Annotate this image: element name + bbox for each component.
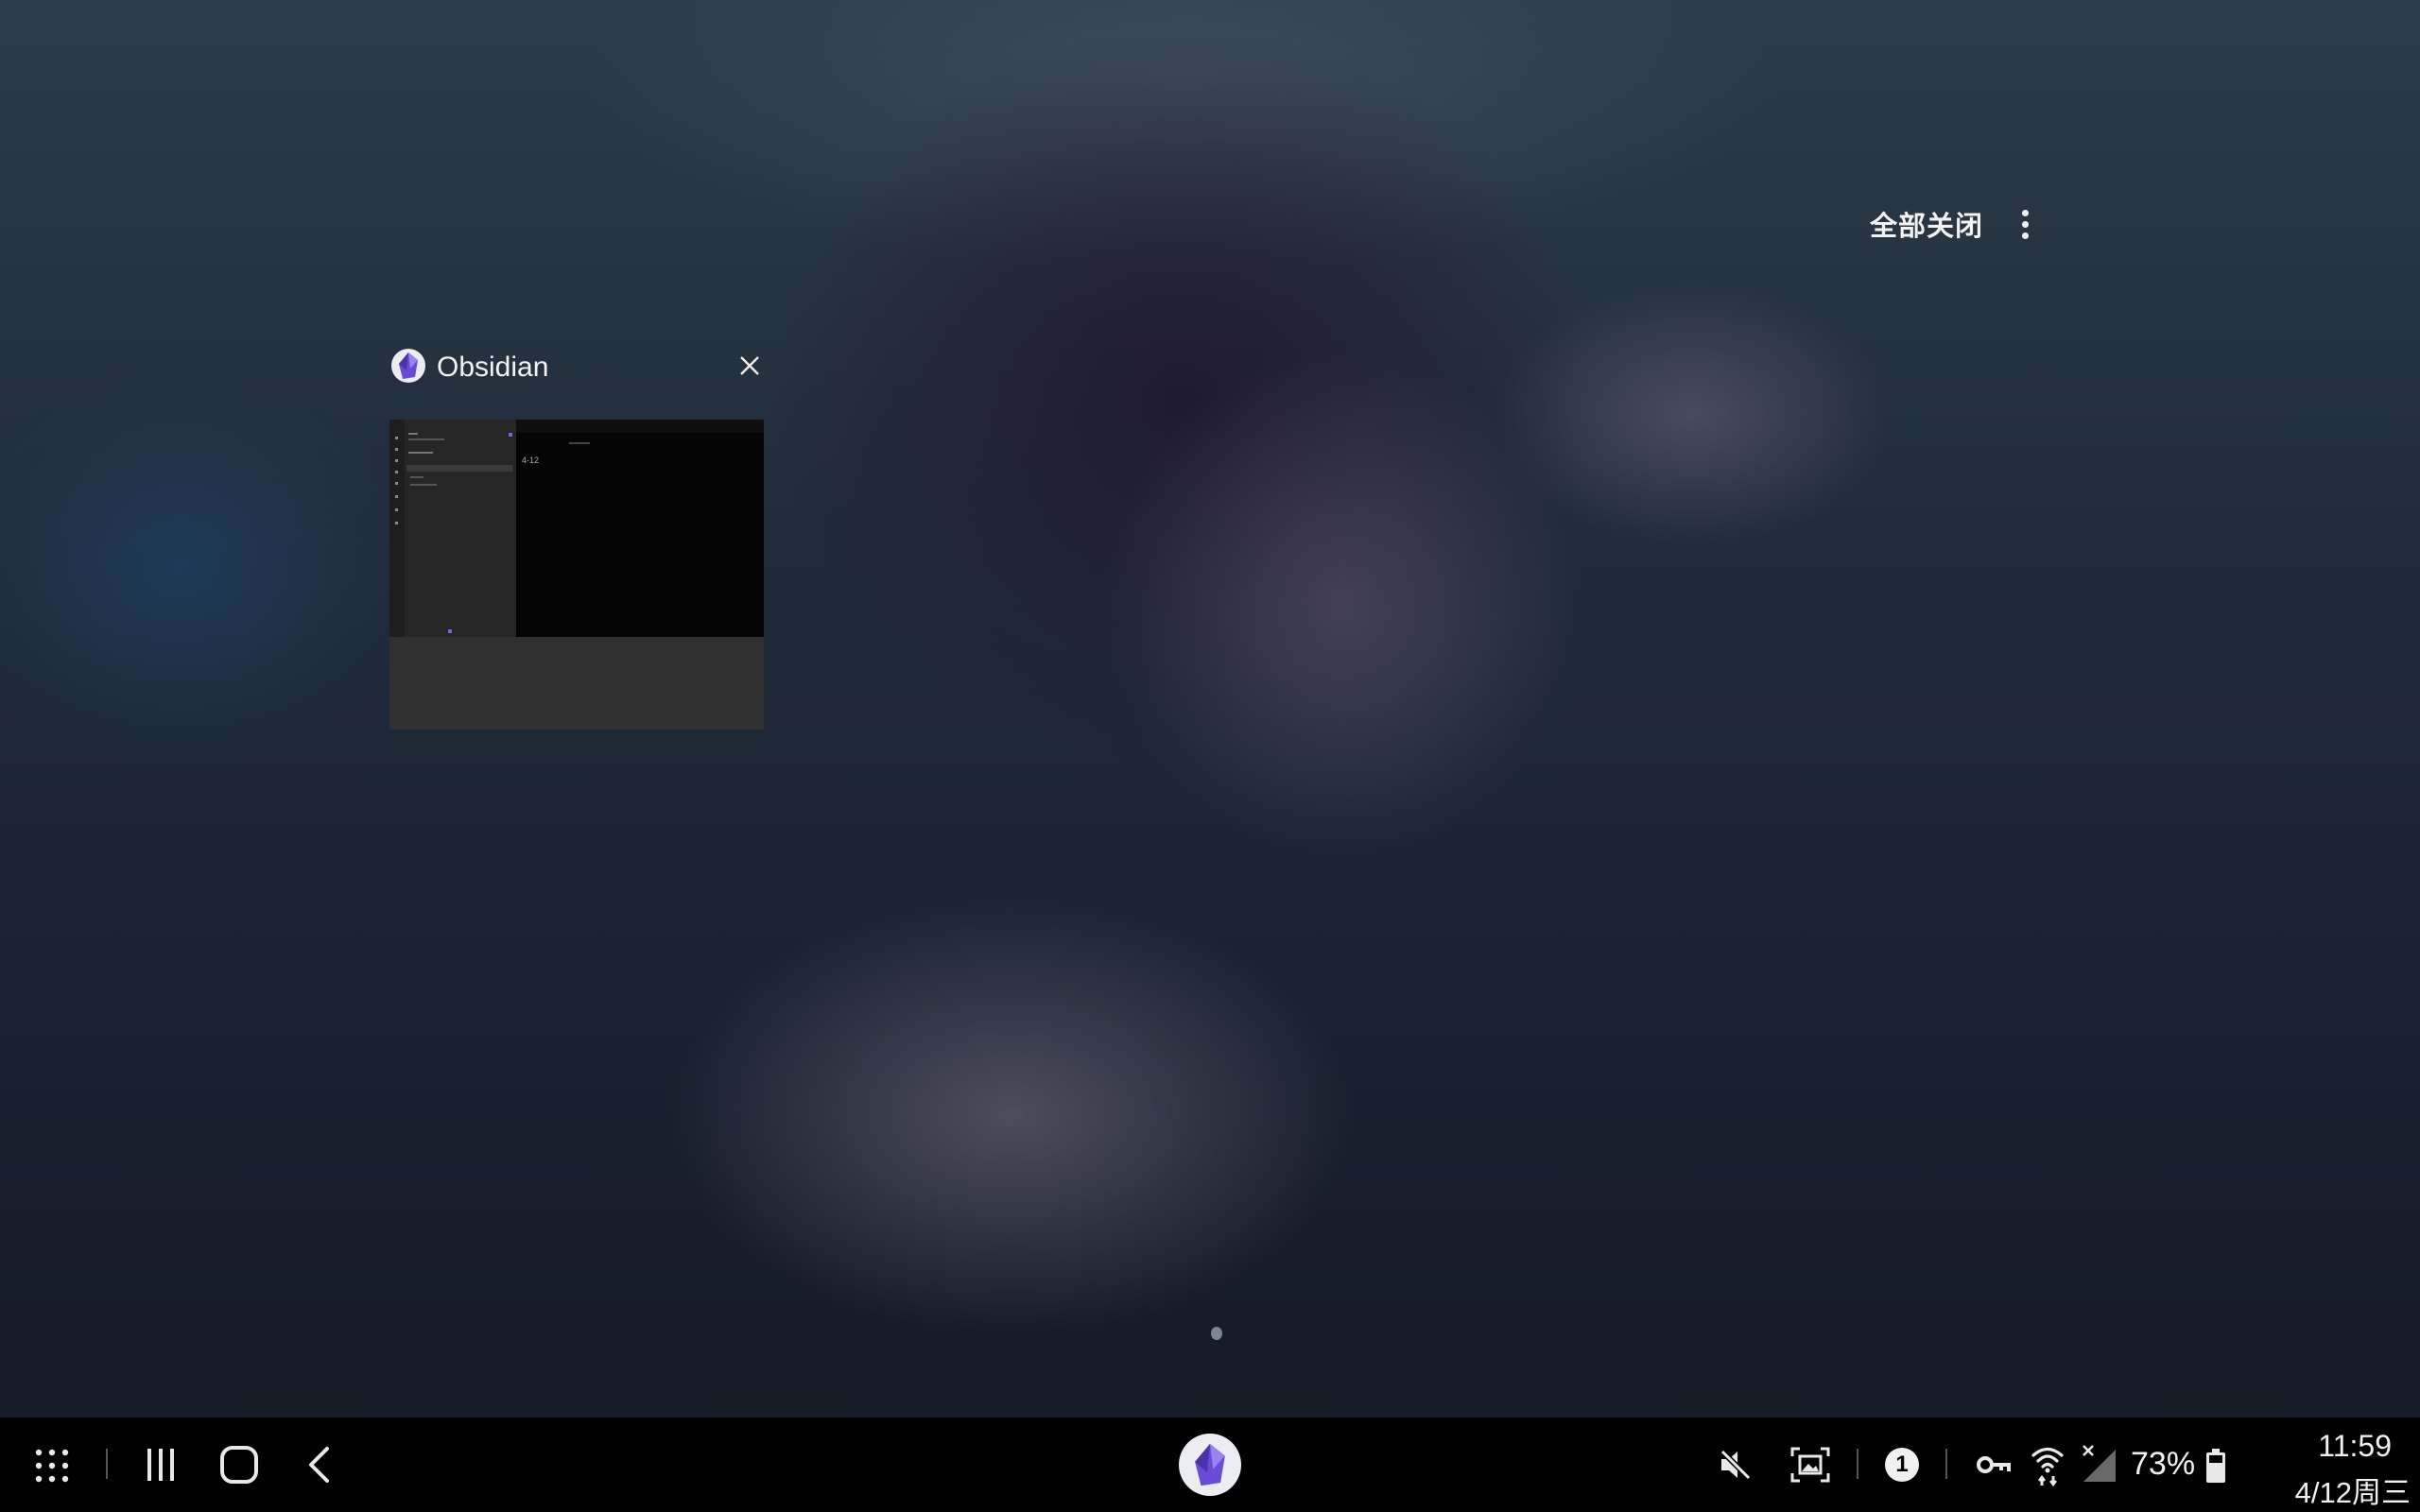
thumb-line	[410, 476, 424, 478]
notification-count-badge[interactable]: 1	[1885, 1448, 1919, 1482]
battery-percent: 73%	[2131, 1446, 2196, 1482]
thumbnail-ribbon	[389, 420, 405, 637]
thumb-line	[408, 438, 444, 440]
thumb-ribbon-dot	[395, 495, 398, 498]
close-all-button[interactable]: 全部关闭	[1870, 204, 1983, 244]
thumb-line	[410, 484, 437, 486]
obsidian-icon[interactable]	[1179, 1434, 1241, 1496]
thumb-ribbon-dot	[395, 482, 398, 485]
screen-capture-icon	[1790, 1447, 1830, 1483]
back-icon[interactable]	[304, 1446, 333, 1484]
page-indicator	[1211, 1327, 1222, 1340]
thumb-ribbon-dot	[395, 471, 398, 473]
clock-date[interactable]: 4/12周三	[2269, 1469, 2411, 1511]
more-vert-icon[interactable]	[2010, 200, 2040, 248]
apps-grid-icon[interactable]	[34, 1448, 70, 1484]
thumb-accent	[509, 433, 512, 437]
thumb-ribbon-dot	[395, 508, 398, 511]
app-title: Obsidian	[437, 352, 549, 383]
taskbar-separator	[1945, 1449, 1947, 1479]
thumb-ribbon-dot	[395, 437, 398, 439]
thumb-line	[408, 452, 433, 454]
battery-icon	[2206, 1449, 2225, 1483]
taskbar: 1 73% 11:59 4/12周三	[0, 1418, 2420, 1512]
thumb-selected-file	[406, 465, 512, 472]
recents-icon[interactable]	[144, 1447, 178, 1483]
obsidian-icon	[391, 349, 425, 383]
card-header: Obsidian	[389, 346, 766, 387]
thumb-ribbon-dot	[395, 522, 398, 524]
recent-app-card[interactable]: Obsidian 4-12	[389, 346, 766, 730]
app-thumbnail[interactable]: 4-12	[389, 420, 764, 730]
thumb-note-date: 4-12	[522, 455, 540, 465]
no-signal-icon	[2083, 1445, 2116, 1482]
clock-time[interactable]: 11:59	[2293, 1429, 2392, 1464]
wifi-icon	[2031, 1447, 2064, 1487]
key-icon	[1977, 1456, 2011, 1473]
thumb-ribbon-dot	[395, 459, 398, 462]
thumb-ribbon-dot	[395, 448, 398, 451]
home-icon[interactable]	[219, 1445, 259, 1485]
taskbar-separator	[106, 1449, 108, 1479]
mute-icon	[1720, 1449, 1752, 1481]
thumb-line	[569, 442, 590, 444]
thumb-line	[408, 433, 418, 435]
thumbnail-screen: 4-12	[389, 420, 764, 637]
taskbar-separator	[1857, 1449, 1858, 1479]
close-icon[interactable]	[737, 353, 762, 378]
thumb-accent	[448, 629, 452, 633]
thumbnail-tabbar	[516, 420, 764, 433]
